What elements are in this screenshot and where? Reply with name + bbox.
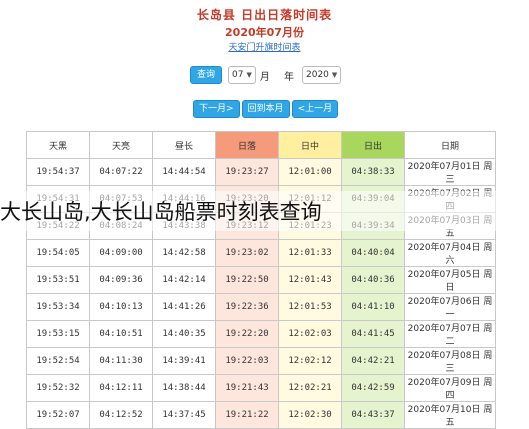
table-row: 19:54:37 04:07:22 14:44:54 19:23:27 12:01:00…: [26, 158, 496, 186]
cell-sunset: 19:23:27: [215, 158, 279, 186]
year-select[interactable]: 2020 ▼: [302, 66, 342, 84]
header-dawn: 天亮: [89, 131, 153, 159]
cell-daylength: 14:42:58: [152, 239, 216, 267]
cell-dawn: 04:11:30: [89, 347, 153, 375]
cell-dusk: 19:52:54: [26, 347, 90, 375]
query-button[interactable]: 查询: [190, 66, 223, 84]
cell-dusk: 19:53:34: [26, 293, 90, 321]
cell-sunrise: 04:41:10: [341, 293, 405, 321]
cell-sunrise: 04:42:21: [341, 347, 405, 375]
cell-sunset: 19:23:02: [215, 239, 279, 267]
cell-dawn: 04:09:00: [89, 239, 153, 267]
cell-date: 2020年07月01日 周三: [404, 158, 496, 186]
related-link-row: 天安门升旗时间表: [0, 40, 529, 53]
cell-sunset: 19:21:22: [215, 401, 279, 429]
cell-noon: 12:02:30: [278, 401, 342, 429]
cell-dusk: 19:52:32: [26, 374, 90, 402]
cell-dusk: 19:54:05: [26, 239, 90, 267]
cell-dawn: 04:07:22: [89, 158, 153, 186]
cell-sunrise: 04:38:33: [341, 158, 405, 186]
cell-daylength: 14:39:41: [152, 347, 216, 375]
cell-dawn: 04:10:51: [89, 320, 153, 348]
cell-dawn: 04:12:52: [89, 401, 153, 429]
cell-date: 2020年07月09日 周四: [404, 374, 496, 402]
cell-sunrise: 04:40:04: [341, 239, 405, 267]
chevron-down-icon: ▼: [246, 71, 252, 79]
header-sunrise: 日出: [341, 131, 405, 159]
year-unit-label: 年: [284, 71, 294, 83]
cell-noon: 12:01:53: [278, 293, 342, 321]
prev-month-button[interactable]: <上一月: [291, 100, 339, 118]
cell-date: 2020年07月07日 周二: [404, 320, 496, 348]
month-navigation: 下一月> 回到本月 <上一月: [193, 100, 339, 118]
table-row: 19:52:32 04:12:11 14:38:44 19:21:43 12:02:21…: [26, 374, 496, 402]
table-row: 19:53:51 04:09:36 14:42:14 19:22:50 12:01:43…: [26, 266, 496, 294]
back-this-month-button[interactable]: 回到本月: [241, 100, 290, 118]
cell-date: 2020年07月08日 周三: [404, 347, 496, 375]
page: 长岛县 日出日落时间表 2020年07月份 天安门升旗时间表 查询 07 ▼ 月…: [0, 0, 529, 429]
cell-date: 2020年07月05日 周日: [404, 266, 496, 294]
page-subtitle: 2020年07月份: [225, 26, 304, 39]
year-select-value: 2020: [306, 70, 329, 80]
cell-dusk: 19:53:51: [26, 266, 90, 294]
cell-dawn: 04:10:13: [89, 293, 153, 321]
next-month-button[interactable]: 下一月>: [193, 100, 240, 118]
table-row: 19:53:34 04:10:13 14:41:26 19:22:36 12:01:53…: [26, 293, 496, 321]
table-row: 19:52:07 04:12:52 14:37:45 19:21:22 12:02:30…: [26, 401, 496, 429]
cell-dusk: 19:52:07: [26, 401, 90, 429]
header-date: 日期: [404, 131, 496, 159]
cell-noon: 12:01:33: [278, 239, 342, 267]
cell-daylength: 14:41:26: [152, 293, 216, 321]
cell-noon: 12:02:21: [278, 374, 342, 402]
cell-sunrise: 04:43:37: [341, 401, 405, 429]
table-row: 19:53:15 04:10:51 14:40:35 19:22:20 12:02:03…: [26, 320, 496, 348]
table-row: 19:54:05 04:09:00 14:42:58 19:23:02 12:01:33…: [26, 239, 496, 267]
cell-daylength: 14:44:54: [152, 158, 216, 186]
overlay-caption: 大长山岛,大长山岛船票时刻表查询: [0, 191, 529, 231]
cell-noon: 12:01:43: [278, 266, 342, 294]
tiananmen-flag-link[interactable]: 天安门升旗时间表: [228, 43, 300, 53]
table-row: 19:52:54 04:11:30 14:39:41 19:22:03 12:02:12…: [26, 347, 496, 375]
cell-date: 2020年07月10日 周五: [404, 401, 496, 429]
header-noon: 日中: [278, 131, 342, 159]
header-sunset: 日落: [215, 131, 279, 159]
cell-noon: 12:02:12: [278, 347, 342, 375]
year-controls: 年: [229, 65, 294, 85]
cell-sunset: 19:22:50: [215, 266, 279, 294]
header-dusk: 天黑: [26, 131, 90, 159]
cell-dawn: 04:09:36: [89, 266, 153, 294]
cell-daylength: 14:37:45: [152, 401, 216, 429]
cell-date: 2020年07月06日 周一: [404, 293, 496, 321]
cell-sunrise: 04:41:45: [341, 320, 405, 348]
cell-noon: 12:02:03: [278, 320, 342, 348]
header-daylength: 昼长: [152, 131, 216, 159]
cell-sunset: 19:21:43: [215, 374, 279, 402]
table-header-row: 天黑 天亮 昼长 日落 日中 日出 日期: [26, 131, 496, 159]
cell-sunrise: 04:40:36: [341, 266, 405, 294]
cell-sunrise: 04:42:59: [341, 374, 405, 402]
sun-times-table: 天黑 天亮 昼长 日落 日中 日出 日期 19:54:37 04:07:22 14:…: [26, 131, 496, 429]
chevron-down-icon: ▼: [331, 71, 338, 79]
cell-daylength: 14:38:44: [152, 374, 216, 402]
month-unit-label: 月: [259, 71, 270, 83]
page-title: 长岛县 日出日落时间表: [196, 8, 333, 22]
cell-sunset: 19:22:36: [215, 293, 279, 321]
cell-sunset: 19:22:20: [215, 320, 279, 348]
cell-daylength: 14:42:14: [152, 266, 216, 294]
cell-daylength: 14:40:35: [152, 320, 216, 348]
cell-date: 2020年07月04日 周六: [404, 239, 496, 267]
cell-dawn: 04:12:11: [89, 374, 153, 402]
cell-dusk: 19:53:15: [26, 320, 90, 348]
cell-dusk: 19:54:37: [26, 158, 90, 186]
year-select-wrap: 2020 ▼: [298, 65, 345, 85]
cell-sunset: 19:22:03: [215, 347, 279, 375]
cell-noon: 12:01:00: [278, 158, 342, 186]
